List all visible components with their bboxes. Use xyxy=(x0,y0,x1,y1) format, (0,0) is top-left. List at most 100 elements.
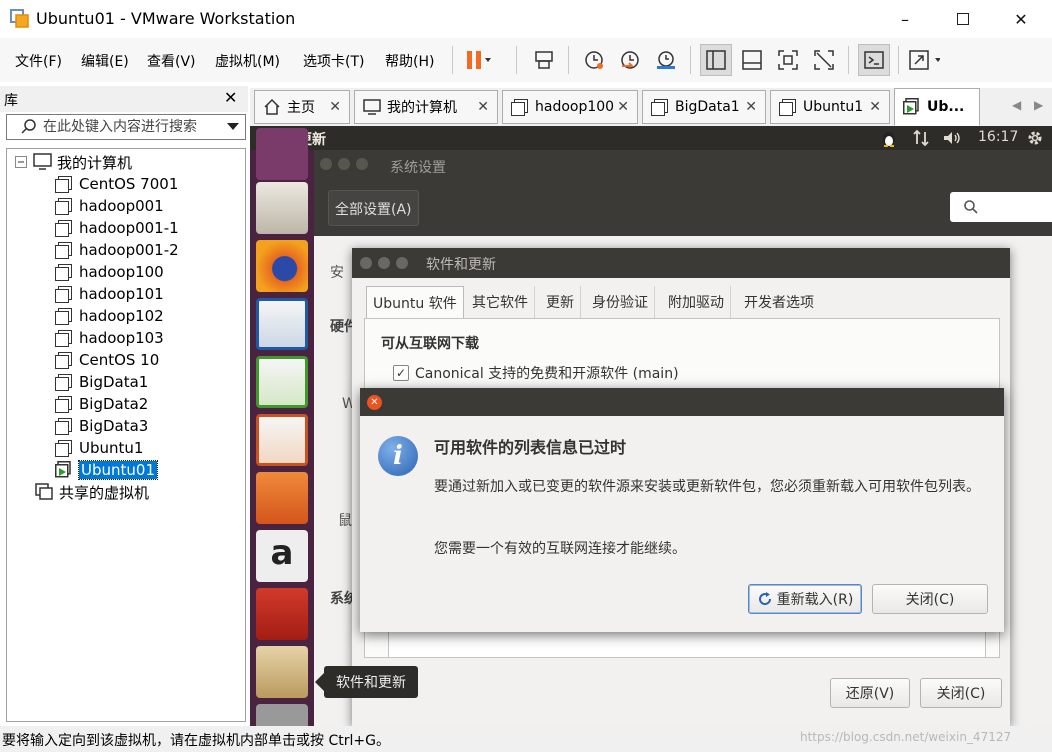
tab-other-software[interactable]: 其它软件 xyxy=(466,286,535,318)
amazon-icon[interactable]: a xyxy=(256,530,308,582)
tab-developer-options[interactable]: 开发者选项 xyxy=(738,286,820,318)
launcher-app-icon[interactable] xyxy=(256,128,308,180)
tab-scroll-right-icon[interactable]: ▶ xyxy=(1034,98,1043,112)
snapshot-icon[interactable] xyxy=(578,44,610,76)
tree-shared-vms[interactable]: 共享的虚拟机 xyxy=(35,481,149,503)
tab-updates[interactable]: 更新 xyxy=(540,286,581,318)
tree-item-vm-selected[interactable]: Ubuntu01 xyxy=(55,459,158,481)
vm-icon xyxy=(55,374,72,391)
firefox-icon[interactable] xyxy=(256,240,308,292)
tab-close-icon[interactable]: ✕ xyxy=(329,99,341,115)
minimize-button[interactable]: – xyxy=(882,0,928,38)
tree-item-vm[interactable]: hadoop103 xyxy=(55,327,164,349)
full-screen-icon[interactable] xyxy=(772,44,804,76)
menu-help[interactable]: 帮助(H) xyxy=(385,51,434,71)
console-view-icon[interactable] xyxy=(858,44,890,76)
impress-icon[interactable] xyxy=(256,414,308,466)
library-close-icon[interactable]: ✕ xyxy=(224,88,237,107)
tab-close-icon[interactable]: ✕ xyxy=(477,99,489,115)
reload-button[interactable]: 重新载入(R) xyxy=(748,584,862,614)
tab-ubuntu01[interactable]: Ub... xyxy=(894,88,980,126)
tree-item-vm[interactable]: hadoop001-1 xyxy=(55,217,179,239)
snapshot-manager-icon[interactable] xyxy=(650,44,682,76)
window-maximize-dot[interactable] xyxy=(356,158,368,170)
tree-item-vm[interactable]: BigData1 xyxy=(55,371,148,393)
writer-icon[interactable] xyxy=(256,298,308,350)
vm-console[interactable]: 软件和更新 16:17 a 系统设置 全部设置(A) 安 xyxy=(250,126,1052,726)
thumbnail-bar-icon[interactable] xyxy=(736,44,768,76)
tree-item-vm[interactable]: hadoop001 xyxy=(55,195,164,217)
tree-item-vm[interactable]: hadoop101 xyxy=(55,283,164,305)
maximize-button[interactable] xyxy=(940,0,986,38)
revert-button[interactable]: 还原(V) xyxy=(830,678,910,708)
software-updates-title: 软件和更新 xyxy=(426,257,496,273)
show-library-icon[interactable] xyxy=(700,44,732,76)
trash-icon[interactable] xyxy=(256,704,308,726)
tab-bigdata1[interactable]: BigData1 ✕ xyxy=(642,90,766,124)
software-updates-icon[interactable] xyxy=(256,646,308,698)
tab-ubuntu1[interactable]: Ubuntu1 ✕ xyxy=(770,90,890,124)
unity-mode-icon[interactable] xyxy=(808,44,840,76)
tree-item-vm[interactable]: hadoop102 xyxy=(55,305,164,327)
volume-icon[interactable] xyxy=(942,129,962,147)
tab-additional-drivers[interactable]: 附加驱动 xyxy=(662,286,731,318)
library-search-box[interactable] xyxy=(6,114,246,140)
tree-item-vm[interactable]: CentOS 7001 xyxy=(55,173,178,195)
tab-close-icon[interactable]: ✕ xyxy=(745,99,757,115)
files-icon[interactable] xyxy=(256,182,308,234)
send-ctrl-alt-del-icon[interactable] xyxy=(528,44,560,76)
network-updown-icon[interactable] xyxy=(912,129,930,147)
vm-icon xyxy=(55,286,72,303)
dialog-close-icon[interactable]: ✕ xyxy=(367,395,382,410)
tree-root-my-computer[interactable]: 我的计算机 xyxy=(15,151,132,173)
software-center-icon[interactable] xyxy=(256,472,308,524)
window-minimize-dot[interactable] xyxy=(378,257,390,269)
menu-file[interactable]: 文件(F) xyxy=(15,51,62,71)
library-title: 库 xyxy=(4,93,18,109)
system-settings-icon[interactable] xyxy=(256,588,308,640)
menu-view[interactable]: 查看(V) xyxy=(147,51,196,71)
pause-vm-button[interactable] xyxy=(462,44,494,76)
settings-item-partial[interactable]: 安 xyxy=(330,262,344,282)
settings-search-input[interactable] xyxy=(950,192,1052,222)
tab-close-icon[interactable]: ✕ xyxy=(869,99,881,115)
tree-item-vm[interactable]: hadoop100 xyxy=(55,261,164,283)
window-maximize-dot[interactable] xyxy=(396,257,408,269)
dropdown-arrow-icon[interactable] xyxy=(227,123,239,131)
tab-my-computer[interactable]: 我的计算机 ✕ xyxy=(354,90,498,124)
menu-vm[interactable]: 虚拟机(M) xyxy=(215,51,280,71)
home-icon xyxy=(264,98,280,115)
tab-close-icon[interactable]: ✕ xyxy=(617,99,629,115)
tab-ubuntu-software[interactable]: Ubuntu 软件 xyxy=(366,286,464,318)
tree-item-vm[interactable]: CentOS 10 xyxy=(55,349,159,371)
clock[interactable]: 16:17 xyxy=(978,129,1018,145)
checkbox-checked-icon[interactable]: ✓ xyxy=(393,365,409,381)
tab-home[interactable]: 主页 ✕ xyxy=(254,90,350,124)
dialog-close-button[interactable]: 关闭(C) xyxy=(872,584,988,614)
tab-authentication[interactable]: 身份验证 xyxy=(586,286,655,318)
collapse-icon[interactable] xyxy=(15,156,27,168)
tab-scroll-left-icon[interactable]: ◀ xyxy=(1012,98,1021,112)
tree-item-vm[interactable]: BigData3 xyxy=(55,415,148,437)
main-source-checkbox[interactable]: ✓ Canonical 支持的免费和开源软件 (main) xyxy=(393,363,679,383)
stretch-guest-icon[interactable] xyxy=(908,44,940,76)
window-close-button[interactable]: ✕ xyxy=(998,0,1044,38)
settings-item-partial[interactable]: 鼠 xyxy=(338,510,352,530)
calc-icon[interactable] xyxy=(256,356,308,408)
window-minimize-dot[interactable] xyxy=(338,158,350,170)
tab-hadoop100[interactable]: hadoop100 ✕ xyxy=(502,90,638,124)
menu-tabs[interactable]: 选项卡(T) xyxy=(303,51,364,71)
window-close-dot[interactable] xyxy=(360,257,372,269)
tree-item-vm[interactable]: BigData2 xyxy=(55,393,148,415)
tux-icon[interactable] xyxy=(880,129,898,147)
close-button[interactable]: 关闭(C) xyxy=(920,678,1002,708)
window-close-dot[interactable] xyxy=(320,158,332,170)
tree-item-vm[interactable]: hadoop001-2 xyxy=(55,239,179,261)
gear-icon[interactable] xyxy=(1026,129,1044,147)
revert-snapshot-icon[interactable] xyxy=(614,44,646,76)
library-search-input[interactable] xyxy=(43,118,223,136)
download-server-field[interactable] xyxy=(388,628,986,658)
tree-item-vm[interactable]: Ubuntu1 xyxy=(55,437,143,459)
all-settings-button[interactable]: 全部设置(A) xyxy=(328,190,419,226)
menu-edit[interactable]: 编辑(E) xyxy=(81,51,129,71)
